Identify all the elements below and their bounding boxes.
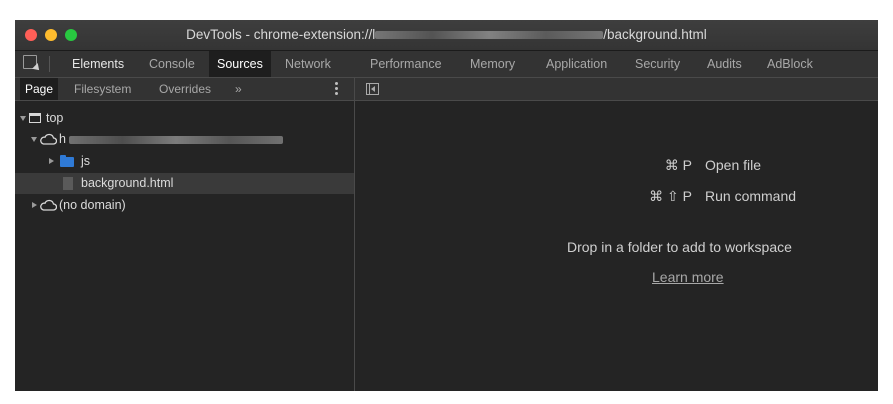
tab-audits[interactable]: Audits (699, 51, 750, 77)
tab-elements[interactable]: Elements (64, 51, 132, 77)
inspect-element-icon[interactable] (23, 55, 37, 69)
shortcut-label-open-file: Open file (705, 157, 762, 173)
cloud-icon (40, 133, 57, 145)
shortcut-keys-open-file: ⌘ P (664, 157, 692, 173)
editor-panel: ⌘ P Open file ⌘ ⇧ P Run command Drop in … (355, 78, 878, 391)
shortcut-label-run-command: Run command (705, 188, 797, 204)
shortcut-keys-run-command: ⌘ ⇧ P (649, 188, 692, 204)
tree-row-top[interactable]: top (15, 108, 354, 129)
navigator-panel: Page Filesystem Overrides » top h js bac… (15, 78, 355, 391)
tree-label-top: top (46, 111, 64, 125)
redacted-host (375, 31, 604, 40)
title-prefix: DevTools - chrome-extension:// (186, 27, 373, 42)
title-suffix: /background.html (603, 27, 707, 42)
tree-row-no-domain[interactable]: (no domain) (15, 195, 354, 216)
collapsed-arrow-icon[interactable] (32, 202, 37, 208)
tree-row-background-html[interactable]: background.html (15, 173, 354, 194)
tab-page[interactable]: Page (20, 78, 59, 100)
toggle-navigator-icon[interactable] (366, 83, 379, 95)
tab-performance[interactable]: Performance (362, 51, 450, 77)
tab-sources[interactable]: Sources (209, 51, 271, 77)
editor-toolbar (355, 78, 878, 101)
tree-row-origin[interactable]: h (15, 129, 354, 150)
tab-adblock[interactable]: AdBlock (759, 51, 821, 77)
learn-more-link[interactable]: Learn more (652, 269, 724, 285)
tree-label-origin: h (59, 132, 66, 146)
collapsed-arrow-icon[interactable] (49, 158, 54, 164)
file-icon (63, 177, 73, 190)
tab-memory[interactable]: Memory (462, 51, 523, 77)
redacted-origin (69, 136, 283, 144)
tree-row-js[interactable]: js (15, 151, 354, 172)
frame-icon (29, 113, 41, 123)
expanded-arrow-icon[interactable] (20, 116, 26, 121)
tab-security[interactable]: Security (627, 51, 688, 77)
tab-overrides[interactable]: Overrides (154, 78, 216, 100)
tree-label-no-domain: (no domain) (59, 198, 126, 212)
tab-console[interactable]: Console (141, 51, 203, 77)
expanded-arrow-icon[interactable] (31, 137, 37, 142)
devtools-tab-bar: Elements Console Sources Network Perform… (15, 51, 878, 78)
folder-icon (60, 155, 74, 167)
more-tabs-button[interactable]: » (230, 78, 247, 100)
kebab-menu-icon[interactable] (335, 82, 338, 96)
title-bar: DevTools - chrome-extension://l/backgrou… (15, 20, 878, 51)
tree-label-file: background.html (81, 176, 174, 190)
tab-filesystem[interactable]: Filesystem (69, 78, 136, 100)
tab-application[interactable]: Application (538, 51, 615, 77)
cloud-icon (40, 199, 57, 211)
toolbar-divider (49, 56, 50, 72)
drop-folder-hint: Drop in a folder to add to workspace (567, 239, 792, 255)
navigator-tab-bar: Page Filesystem Overrides » (15, 78, 354, 101)
window-title: DevTools - chrome-extension://l/backgrou… (15, 20, 878, 50)
tab-network[interactable]: Network (277, 51, 339, 77)
tree-label-js: js (81, 154, 91, 168)
devtools-window: DevTools - chrome-extension://l/backgrou… (15, 20, 878, 391)
